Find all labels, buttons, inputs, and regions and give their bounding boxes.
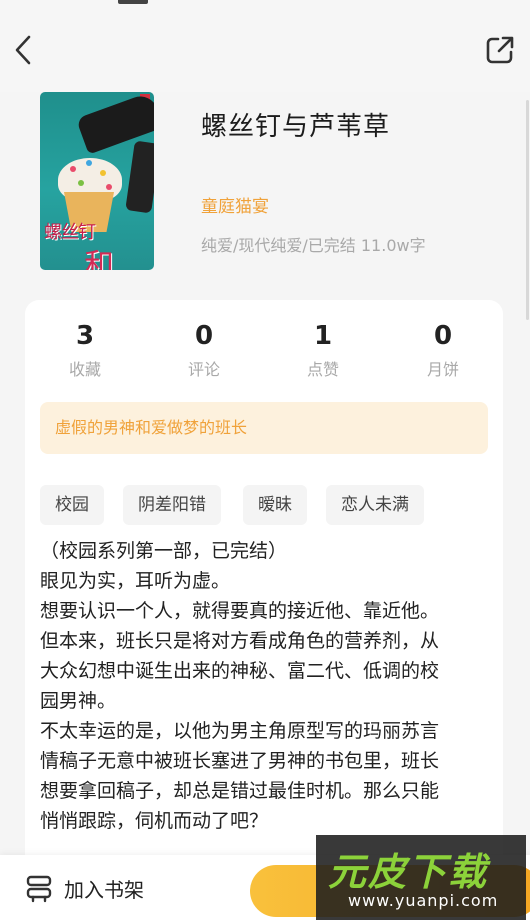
synopsis-line: 不太幸运的是，以他为男主角原型写的玛丽苏言 xyxy=(40,720,440,742)
stat-label: 评论 xyxy=(187,360,220,379)
stat-value: 1 xyxy=(313,321,333,351)
add-to-shelf-button[interactable]: 加入书架 xyxy=(24,869,144,907)
chevron-left-icon xyxy=(15,35,31,65)
cover-sprinkle xyxy=(100,170,106,176)
back-button[interactable] xyxy=(4,28,44,72)
cover-sprinkle xyxy=(86,160,92,166)
tag-chip[interactable]: 暧昧 xyxy=(243,485,307,525)
watermark-title: 元皮下载 xyxy=(328,850,489,894)
synopsis: （校园系列第一部，已完结） 眼见为实，耳听为虚。 想要认识一个人，就得要真的接近… xyxy=(40,536,500,836)
book-info-card: 3 收藏 0 评论 1 点赞 0 月饼 虚假的男神和爱做梦的班长 校园 阴差阳错… xyxy=(25,300,503,920)
synopsis-line: 情稿子无意中被班长塞进了男神的书包里，班长 xyxy=(40,750,440,772)
stats-row: 3 收藏 0 评论 1 点赞 0 月饼 xyxy=(25,320,503,384)
stat-value: 3 xyxy=(75,321,95,351)
book-header: 螺丝钉 和 螺丝钉与芦苇草 童庭猫宴 纯爱/现代纯爱/已完结 11.0w字 xyxy=(0,92,530,292)
intro-banner: 虚假的男神和爱做梦的班长 xyxy=(40,402,488,454)
cover-sprinkle xyxy=(70,166,76,172)
share-icon xyxy=(486,36,514,64)
stat-label: 收藏 xyxy=(68,360,101,379)
add-to-shelf-label: 加入书架 xyxy=(64,877,144,902)
status-bar xyxy=(0,0,530,8)
cover-stapler-art xyxy=(125,140,154,214)
stat-comments[interactable]: 0 评论 xyxy=(144,320,264,380)
stat-mooncakes[interactable]: 0 月饼 xyxy=(383,320,503,380)
watermark-logo: 元皮下载 www.yuanpi.com xyxy=(316,835,526,920)
cover-sprinkle xyxy=(78,180,84,186)
synopsis-line: 想要拿回稿子，却总是错过最佳时机。那么只能 xyxy=(40,780,440,802)
share-button[interactable] xyxy=(478,28,522,72)
book-meta: 纯爱/现代纯爱/已完结 11.0w字 xyxy=(201,236,426,255)
synopsis-line: （校园系列第一部，已完结） xyxy=(40,540,288,562)
scrollbar[interactable] xyxy=(526,100,529,320)
book-author[interactable]: 童庭猫宴 xyxy=(201,192,269,217)
synopsis-line: 眼见为实，耳听为虚。 xyxy=(40,570,231,592)
synopsis-line: 但本来，班长只是将对方看成角色的营养剂，从 xyxy=(40,630,440,652)
stat-likes[interactable]: 1 点赞 xyxy=(263,320,383,380)
synopsis-line: 想要认识一个人，就得要真的接近他、靠近他。 xyxy=(40,600,440,622)
book-title: 螺丝钉与芦苇草 xyxy=(201,112,391,142)
cover-sprinkle xyxy=(106,184,112,190)
bookshelf-icon xyxy=(26,875,52,903)
stat-value: 0 xyxy=(194,321,214,351)
stat-value: 0 xyxy=(433,321,453,351)
book-cover[interactable]: 螺丝钉 和 xyxy=(40,92,154,270)
tag-chip[interactable]: 阴差阳错 xyxy=(123,485,221,525)
status-indicator xyxy=(118,0,148,4)
synopsis-line: 悄悄跟踪，伺机而动了吧？ xyxy=(40,810,269,832)
tag-chip[interactable]: 校园 xyxy=(40,485,104,525)
stat-label: 月饼 xyxy=(426,360,459,379)
synopsis-line: 园男神。 xyxy=(40,690,117,712)
cover-title-text: 和 xyxy=(84,248,114,270)
stat-favorites[interactable]: 3 收藏 xyxy=(25,320,145,380)
stat-label: 点赞 xyxy=(306,360,339,379)
top-bar xyxy=(0,8,530,92)
watermark-url: www.yuanpi.com xyxy=(348,891,499,910)
synopsis-line: 大众幻想中诞生出来的神秘、富二代、低调的校 xyxy=(40,660,440,682)
tag-chip[interactable]: 恋人未满 xyxy=(326,485,424,525)
